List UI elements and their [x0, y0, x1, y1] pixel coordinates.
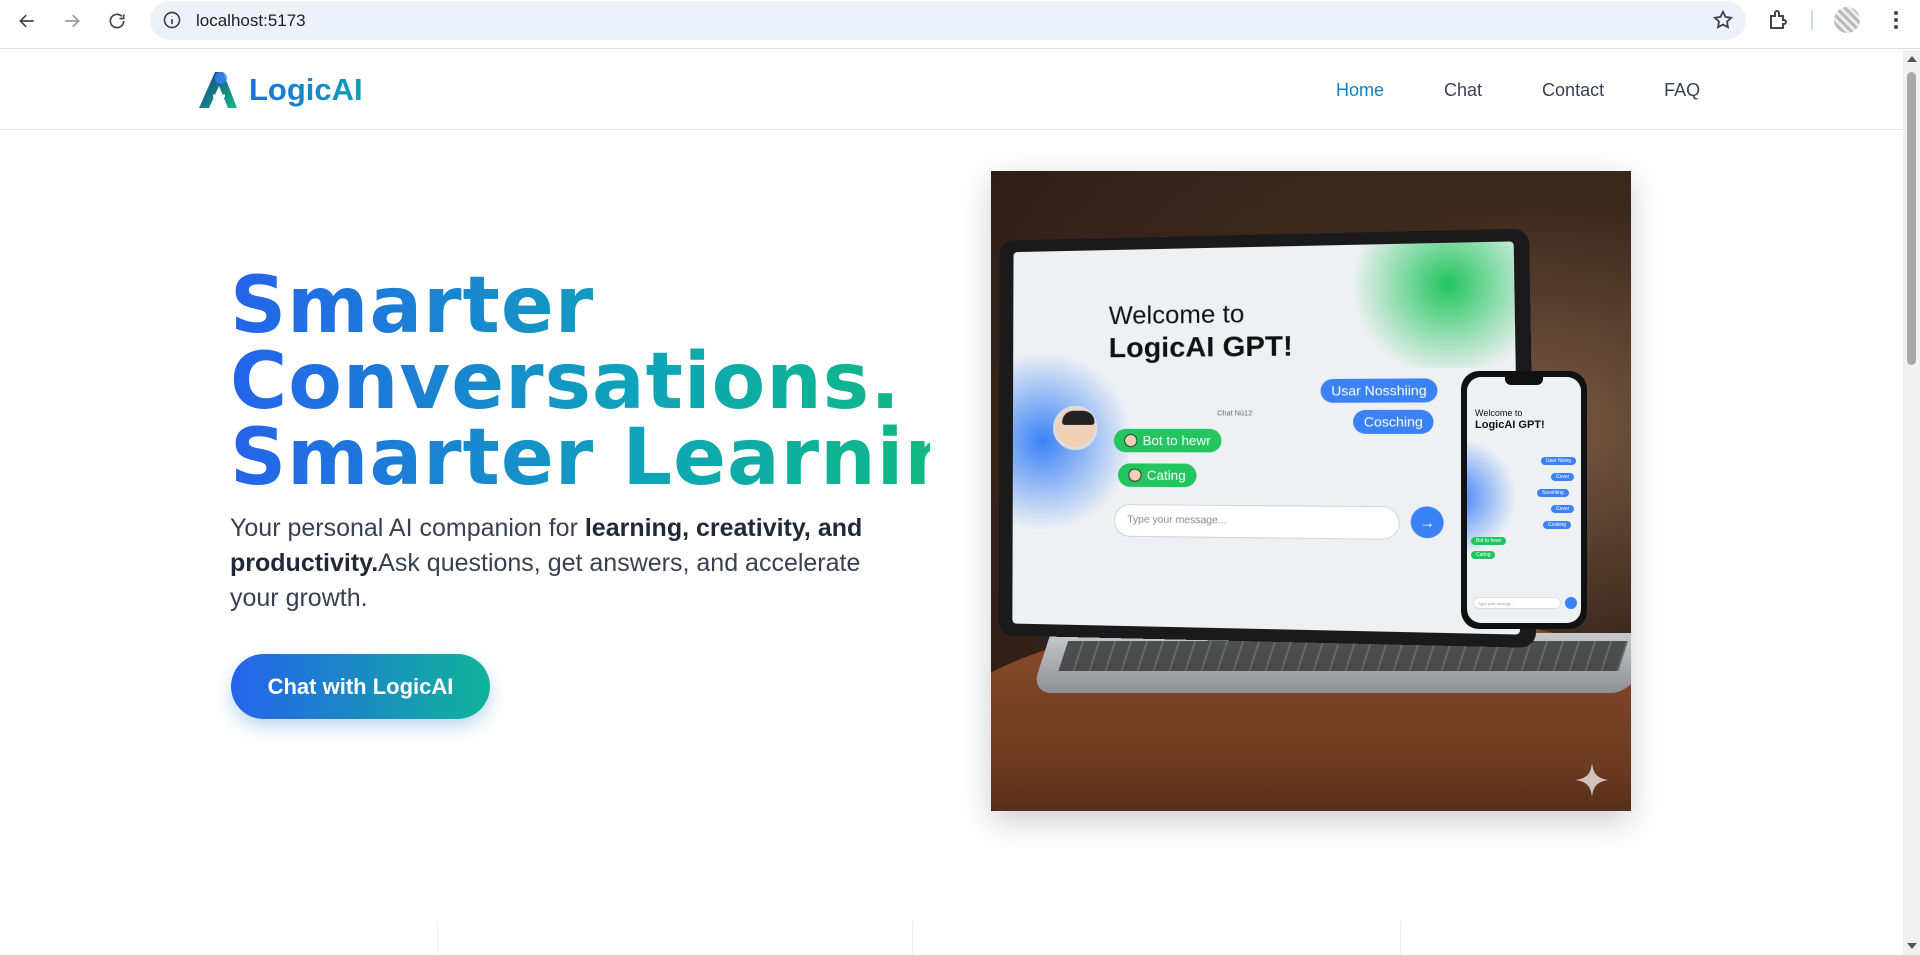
brand-name: LogicAI	[249, 72, 363, 107]
chat-bubble: Cating	[1118, 463, 1197, 488]
nav-home[interactable]: Home	[1336, 80, 1384, 101]
bookmark-star-icon[interactable]	[1712, 9, 1734, 31]
section-divider	[912, 921, 913, 955]
chat-with-logicai-button[interactable]: Chat with LogicAI	[231, 654, 490, 719]
reload-button[interactable]	[102, 6, 132, 36]
arrow-right-icon	[65, 14, 80, 28]
phone-mockup: Welcome to LogicAI GPT! Usar Noing Cover…	[1461, 371, 1587, 629]
phone-welcome-title: Welcome to LogicAI GPT!	[1475, 407, 1545, 431]
chat-bubble: Cover	[1551, 473, 1575, 481]
page-scrollbar[interactable]	[1903, 50, 1920, 955]
hero-desc-prefix: Your personal AI companion for	[230, 514, 585, 542]
reload-icon	[109, 13, 125, 29]
main-nav: Home Chat Contact FAQ	[1336, 80, 1760, 101]
site-header: LogicAI Home Chat Contact FAQ	[0, 50, 1903, 130]
forward-button[interactable]	[57, 6, 87, 36]
laptop-title-line2: LogicAI GPT!	[1108, 329, 1293, 364]
logicai-logo-icon	[199, 72, 237, 108]
back-button[interactable]	[12, 6, 42, 36]
chat-bubble: Usar Noing	[1541, 457, 1577, 465]
chat-bubble: Bot to hewr	[1471, 537, 1507, 545]
extensions-icon[interactable]	[1767, 8, 1791, 32]
phone-title-line1: Welcome to	[1475, 408, 1523, 418]
hero-description: Your personal AI companion for learning,…	[230, 511, 910, 616]
chat-bubble: Bot to hewr	[1113, 428, 1222, 453]
hero-title-line: Conversations.	[230, 343, 930, 421]
url-text[interactable]: localhost:5173	[196, 11, 306, 31]
address-bar[interactable]: localhost:5173	[150, 1, 1746, 40]
browser-toolbar: localhost:5173	[0, 0, 1920, 49]
scroll-down-arrow-icon[interactable]	[1907, 943, 1917, 949]
scroll-thumb[interactable]	[1907, 72, 1916, 365]
more-options-icon[interactable]	[1884, 8, 1908, 32]
chat-bubble: Cover	[1551, 505, 1575, 513]
phone-title-line2: LogicAI GPT!	[1475, 419, 1545, 431]
chat-bubble: Usar Nosshiing	[1320, 378, 1438, 403]
laptop-message-input: Type your message...	[1113, 504, 1400, 540]
laptop-title-line1: Welcome to	[1108, 299, 1245, 331]
scroll-up-arrow-icon[interactable]	[1907, 56, 1917, 62]
send-arrow-icon: →	[1410, 506, 1444, 539]
brand-logo[interactable]: LogicAI	[195, 68, 363, 112]
hero-title-line: Smarter Learning.	[230, 413, 1049, 503]
sparkle-icon	[1575, 763, 1609, 797]
profile-avatar[interactable]	[1834, 7, 1860, 33]
hero-title: Smarter Conversations. Smarter Learning.	[230, 267, 1049, 503]
nav-chat[interactable]: Chat	[1444, 80, 1482, 101]
laptop-welcome-title: Welcome to LogicAI GPT!	[1109, 297, 1293, 364]
arrow-left-icon	[19, 14, 34, 28]
chat-bubble-text: Bot to hewr	[1142, 432, 1211, 449]
chat-bubble: Sosshiing	[1537, 489, 1569, 497]
phone-message-input: Type your mesage...	[1473, 597, 1561, 609]
chat-bubble: Cosking	[1543, 521, 1572, 529]
chat-mini-label: Chat Nú12	[1217, 410, 1253, 418]
hero-illustration: Welcome to LogicAI GPT! Chat Nú12 Usar N…	[991, 171, 1631, 811]
send-icon	[1565, 597, 1577, 609]
section-divider	[437, 921, 438, 955]
nav-faq[interactable]: FAQ	[1664, 80, 1700, 101]
chat-bubble-text: Cating	[1146, 467, 1186, 484]
chat-bubble: Cosching	[1352, 409, 1434, 434]
toolbar-divider	[1811, 10, 1813, 30]
nav-contact[interactable]: Contact	[1542, 80, 1604, 101]
chat-bubble: Cating	[1471, 551, 1496, 559]
section-divider	[1400, 921, 1401, 955]
avatar	[1053, 405, 1098, 451]
laptop-screen: Welcome to LogicAI GPT! Chat Nú12 Usar N…	[998, 228, 1537, 648]
info-icon[interactable]	[162, 10, 182, 30]
hero-title-line: Smarter	[230, 267, 930, 345]
